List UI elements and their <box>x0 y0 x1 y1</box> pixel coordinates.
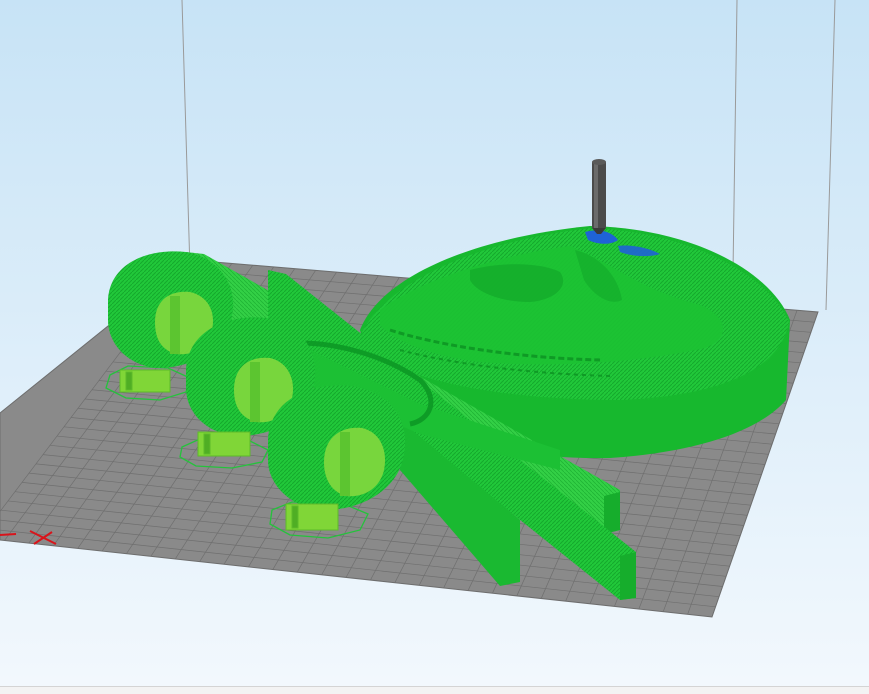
nozzle-icon <box>592 159 606 234</box>
print-preview-viewport[interactable] <box>0 0 869 686</box>
